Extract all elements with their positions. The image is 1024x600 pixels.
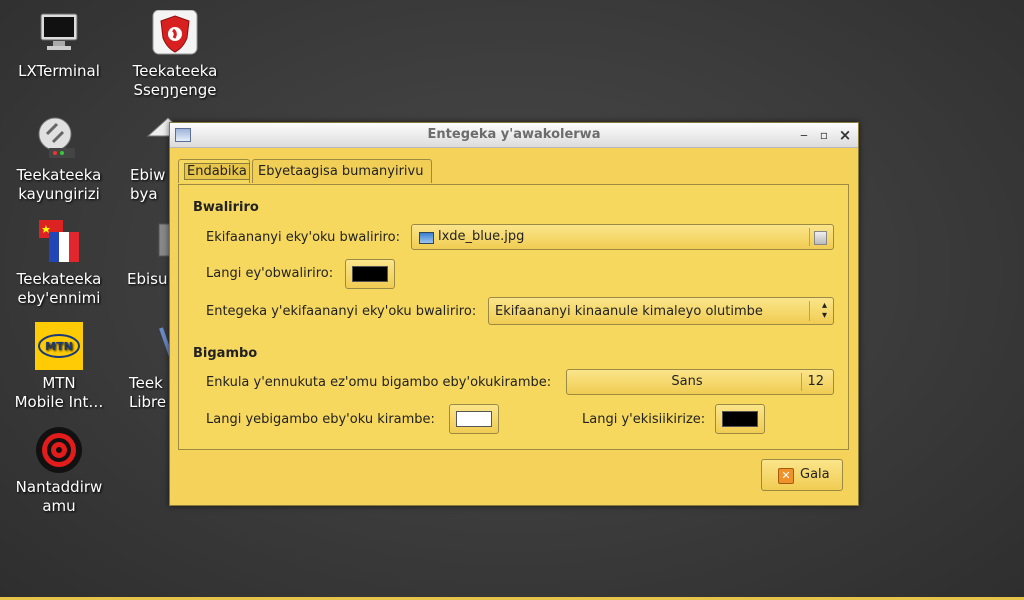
tab-panel: Bwaliriro Ekifaananyi eky'oku bwaliriro:… bbox=[178, 184, 849, 450]
divider bbox=[809, 228, 810, 246]
desktop-icon-mtn[interactable]: MTN MTN Mobile Int… bbox=[4, 322, 114, 412]
mtn-logo-icon: MTN bbox=[35, 322, 83, 370]
svg-text:MTN: MTN bbox=[45, 340, 73, 353]
desktop-icon-network-settings[interactable]: Teekateeka kayungirizi bbox=[4, 114, 114, 204]
desktop-icon-label: LXTerminal bbox=[18, 62, 100, 80]
desktop-icon-target[interactable]: Nantaddirw amu bbox=[4, 426, 114, 516]
desktop-icon-lxterminal[interactable]: LXTerminal bbox=[4, 10, 114, 81]
text-color-button[interactable] bbox=[449, 404, 499, 434]
color-swatch bbox=[352, 266, 388, 282]
close-button[interactable]: ✕ Gala bbox=[761, 459, 843, 491]
color-swatch bbox=[722, 411, 758, 427]
wallpaper-mode-value: Ekifaananyi kinaanule kimaleyo olutimbe bbox=[495, 304, 763, 319]
font-button[interactable]: Sans 12 bbox=[566, 369, 834, 395]
wallpaper-mode-label: Entegeka y'ekifaananyi eky'oku bwaliriro… bbox=[206, 304, 477, 319]
desktop-icon-language[interactable]: Teekateeka eby'ennimi bbox=[4, 218, 114, 308]
font-size: 12 bbox=[807, 374, 824, 389]
background-heading: Bwaliriro bbox=[193, 200, 259, 215]
maximize-icon[interactable]: ▫ bbox=[816, 127, 832, 143]
wallpaper-label: Ekifaananyi eky'oku bwaliriro: bbox=[206, 230, 400, 245]
desktop-icon-firewall[interactable]: Teekateeka Sseŋŋenge bbox=[120, 9, 230, 100]
close-icon[interactable]: × bbox=[837, 127, 853, 143]
desktop-preferences-window: Entegeka y'awakolerwa ‒ ▫ × Endabika Eby… bbox=[169, 122, 859, 506]
terminal-icon bbox=[35, 10, 83, 58]
desktop-icon-label: Teekateeka eby'ennimi bbox=[16, 270, 102, 307]
background-color-label: Langi ey'obwaliriro: bbox=[206, 266, 334, 281]
text-color-label: Langi yebigambo eby'oku kirambe: bbox=[206, 412, 435, 427]
shadow-color-label: Langi y'ekisiikirize: bbox=[582, 412, 706, 427]
image-file-icon bbox=[419, 232, 434, 244]
text-heading: Bigambo bbox=[193, 346, 258, 361]
updown-arrows-icon: ▴ ▾ bbox=[821, 300, 827, 321]
tab-advanced[interactable]: Ebyetaagisa bumanyirivu bbox=[252, 159, 432, 183]
color-swatch bbox=[456, 411, 492, 427]
folder-open-icon bbox=[814, 231, 827, 245]
window-title: Entegeka y'awakolerwa bbox=[427, 127, 601, 142]
desktop-icon-label: Teekateeka kayungirizi bbox=[16, 166, 102, 203]
desktop-icon-label: MTN Mobile Int… bbox=[14, 374, 104, 411]
wallpaper-file-chooser[interactable]: lxde_blue.jpg bbox=[411, 224, 834, 250]
divider bbox=[809, 301, 810, 321]
font-label: Enkula y'ennukuta ez'omu bigambo eby'oku… bbox=[206, 375, 552, 390]
wallpaper-mode-select[interactable]: Ekifaananyi kinaanule kimaleyo olutimbe … bbox=[488, 297, 834, 325]
network-settings-icon bbox=[35, 114, 83, 162]
close-button-label: Gala bbox=[800, 467, 830, 482]
tab-appearance[interactable]: Endabika bbox=[178, 159, 250, 183]
font-name: Sans bbox=[671, 374, 703, 389]
background-color-button[interactable] bbox=[345, 259, 395, 289]
target-icon bbox=[35, 426, 83, 474]
firewall-shield-icon bbox=[151, 9, 199, 58]
tab-label: Endabika bbox=[184, 163, 250, 180]
divider bbox=[801, 373, 802, 391]
desktop-icon-label: Teekateeka Sseŋŋenge bbox=[132, 62, 218, 99]
language-flag-icon bbox=[35, 218, 83, 266]
minimize-icon[interactable]: ‒ bbox=[796, 127, 812, 143]
desktop-icon-label: Nantaddirw amu bbox=[15, 478, 103, 515]
wallpaper-filename: lxde_blue.jpg bbox=[438, 229, 525, 244]
shadow-color-button[interactable] bbox=[715, 404, 765, 434]
close-x-icon: ✕ bbox=[778, 468, 794, 484]
title-bar[interactable]: Entegeka y'awakolerwa ‒ ▫ × bbox=[170, 123, 858, 148]
